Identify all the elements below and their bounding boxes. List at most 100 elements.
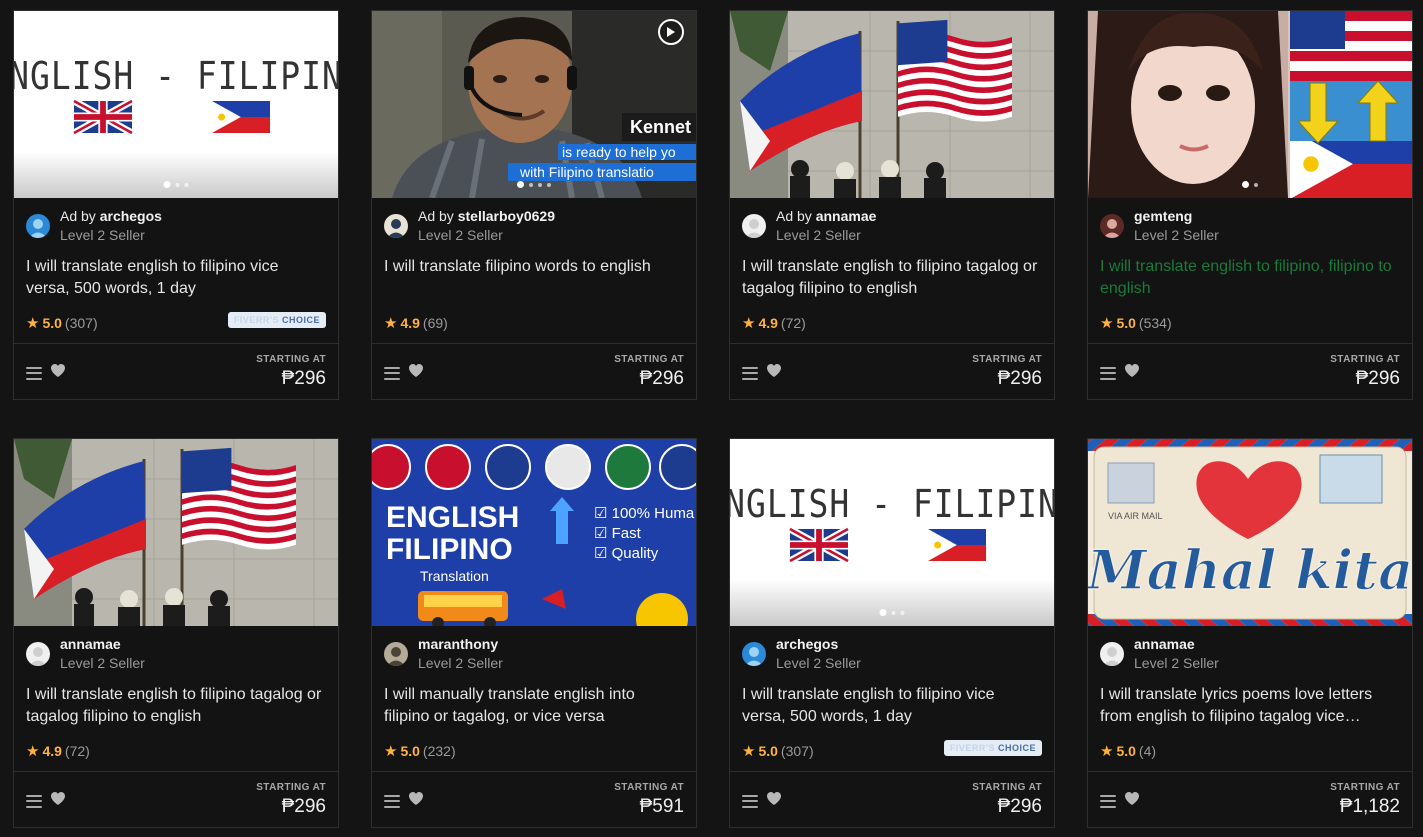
seller-name[interactable]: Ad by stellarboy0629 <box>418 207 555 226</box>
card-footer: STARTING AT ₱296 <box>372 343 696 399</box>
carousel-dot[interactable] <box>547 182 551 187</box>
carousel-dots[interactable] <box>517 181 551 188</box>
carousel-dot[interactable] <box>175 182 180 187</box>
gig-rating: ★ 4.9 (72) <box>742 314 806 332</box>
list-icon[interactable] <box>26 794 42 808</box>
avatar[interactable] <box>742 214 766 238</box>
carousel-dots[interactable] <box>1242 181 1258 188</box>
heart-icon[interactable] <box>408 363 424 383</box>
list-icon[interactable] <box>1100 794 1116 808</box>
gig-price[interactable]: ₱296 <box>256 796 326 818</box>
star-icon: ★ <box>384 743 398 760</box>
avatar[interactable] <box>26 642 50 666</box>
gig-thumbnail[interactable]: Kennet is ready to help yo with Filipino… <box>372 11 696 198</box>
review-count: (72) <box>64 743 90 759</box>
gig-thumbnail[interactable]: ENGLISH - FILIPINO <box>730 439 1054 626</box>
gig-thumbnail[interactable]: ENGLISH - FILIPINO <box>14 11 338 198</box>
carousel-dot[interactable] <box>184 182 189 187</box>
heart-icon[interactable] <box>766 791 782 811</box>
seller-level: Level 2 Seller <box>1134 227 1219 243</box>
carousel-dot[interactable] <box>517 181 524 188</box>
gig-price[interactable]: ₱296 <box>972 368 1042 390</box>
seller-name[interactable]: annamae <box>60 635 145 654</box>
carousel-dot[interactable] <box>891 610 896 615</box>
seller-name[interactable]: Ad by annamae <box>776 207 876 226</box>
gig-title-link[interactable]: I will manually translate english into f… <box>372 672 696 732</box>
seller-info: Ad by archegos Level 2 Seller <box>14 198 338 244</box>
heart-icon[interactable] <box>50 363 66 383</box>
avatar[interactable] <box>1100 642 1124 666</box>
seller-name[interactable]: gemteng <box>1134 207 1219 226</box>
gig-price[interactable]: ₱296 <box>1330 368 1400 390</box>
gig-title-link[interactable]: I will translate english to filipino tag… <box>14 672 338 732</box>
carousel-dot[interactable] <box>1242 181 1249 188</box>
card-footer: STARTING AT ₱296 <box>730 343 1054 399</box>
gig-rating: ★ 5.0 (4) <box>1100 742 1156 760</box>
gig-title-link[interactable]: I will translate english to filipino vic… <box>730 672 1054 732</box>
gig-title-link[interactable]: I will translate english to filipino, fi… <box>1088 244 1412 304</box>
heart-icon[interactable] <box>1124 791 1140 811</box>
gig-thumbnail[interactable]: VIA AIR MAIL Mahal kita <box>1088 439 1412 626</box>
svg-text:☑ 100% Huma: ☑ 100% Huma <box>594 505 695 522</box>
gig-price[interactable]: ₱591 <box>614 796 684 818</box>
carousel-dot[interactable] <box>1254 182 1258 187</box>
gig-title-link[interactable]: I will translate english to filipino vic… <box>14 244 338 304</box>
carousel-dot[interactable] <box>163 181 171 188</box>
gig-title-link[interactable]: I will translate filipino words to engli… <box>372 244 696 304</box>
gig-thumbnail[interactable] <box>730 11 1054 198</box>
avatar[interactable] <box>742 642 766 666</box>
svg-text:Mahal kita: Mahal kita <box>1088 538 1412 602</box>
heart-icon[interactable] <box>50 791 66 811</box>
gig-thumbnail[interactable]: ENGLISH FILIPINO Translation ☑ 100% Huma… <box>372 439 696 626</box>
list-icon[interactable] <box>1100 366 1116 380</box>
carousel-dot[interactable] <box>879 609 887 616</box>
rating-value: 5.0 <box>400 743 420 759</box>
svg-text:ENGLISH: ENGLISH <box>386 501 519 534</box>
gig-thumbnail[interactable] <box>1088 11 1412 198</box>
gig-title-link[interactable]: I will translate english to filipino tag… <box>730 244 1054 304</box>
gig-card[interactable]: ENGLISH FILIPINO Translation ☑ 100% Huma… <box>371 438 697 828</box>
gig-price[interactable]: ₱296 <box>972 796 1042 818</box>
list-icon[interactable] <box>384 794 400 808</box>
carousel-dots[interactable] <box>163 181 189 188</box>
avatar[interactable] <box>384 642 408 666</box>
gig-card[interactable]: ENGLISH - FILIPINO archegos Level 2 Sell… <box>729 438 1055 828</box>
list-icon[interactable] <box>384 366 400 380</box>
seller-name[interactable]: archegos <box>776 635 861 654</box>
gig-thumbnail[interactable] <box>14 439 338 626</box>
carousel-dot[interactable] <box>900 610 905 615</box>
rating-value: 4.9 <box>42 743 62 759</box>
gig-card[interactable]: annamae Level 2 Seller I will translate … <box>13 438 339 828</box>
gig-title-link[interactable]: I will translate lyrics poems love lette… <box>1088 672 1412 732</box>
card-footer: STARTING AT ₱296 <box>730 771 1054 827</box>
carousel-dots[interactable] <box>879 609 905 616</box>
gig-price[interactable]: ₱1,182 <box>1330 796 1400 818</box>
seller-name[interactable]: annamae <box>1134 635 1219 654</box>
play-icon[interactable] <box>658 19 684 45</box>
starting-at-label: STARTING AT <box>972 782 1042 793</box>
seller-name[interactable]: maranthony <box>418 635 503 654</box>
heart-icon[interactable] <box>766 363 782 383</box>
avatar[interactable] <box>384 214 408 238</box>
heart-icon[interactable] <box>1124 363 1140 383</box>
avatar[interactable] <box>26 214 50 238</box>
star-icon: ★ <box>26 743 40 760</box>
seller-name[interactable]: Ad by archegos <box>60 207 162 226</box>
gig-price[interactable]: ₱296 <box>256 368 326 390</box>
gig-price[interactable]: ₱296 <box>614 368 684 390</box>
carousel-dot[interactable] <box>538 182 542 187</box>
avatar[interactable] <box>1100 214 1124 238</box>
gig-card[interactable]: VIA AIR MAIL Mahal kita annamae Level 2 … <box>1087 438 1413 828</box>
list-icon[interactable] <box>26 366 42 380</box>
carousel-dot[interactable] <box>529 182 533 187</box>
list-icon[interactable] <box>742 366 758 380</box>
gig-card[interactable]: Ad by annamae Level 2 Seller I will tran… <box>729 10 1055 400</box>
heart-icon[interactable] <box>408 791 424 811</box>
gig-card[interactable]: ENGLISH - FILIPINO Ad by archegos Level … <box>13 10 339 400</box>
fiverrs-choice-badge: FIVERR'S CHOICE <box>227 312 326 328</box>
gig-card[interactable]: gemteng Level 2 Seller I will translate … <box>1087 10 1413 400</box>
gig-card[interactable]: Kennet is ready to help yo with Filipino… <box>371 10 697 400</box>
starting-at-label: STARTING AT <box>256 782 326 793</box>
list-icon[interactable] <box>742 794 758 808</box>
starting-at-label: STARTING AT <box>1330 354 1400 365</box>
